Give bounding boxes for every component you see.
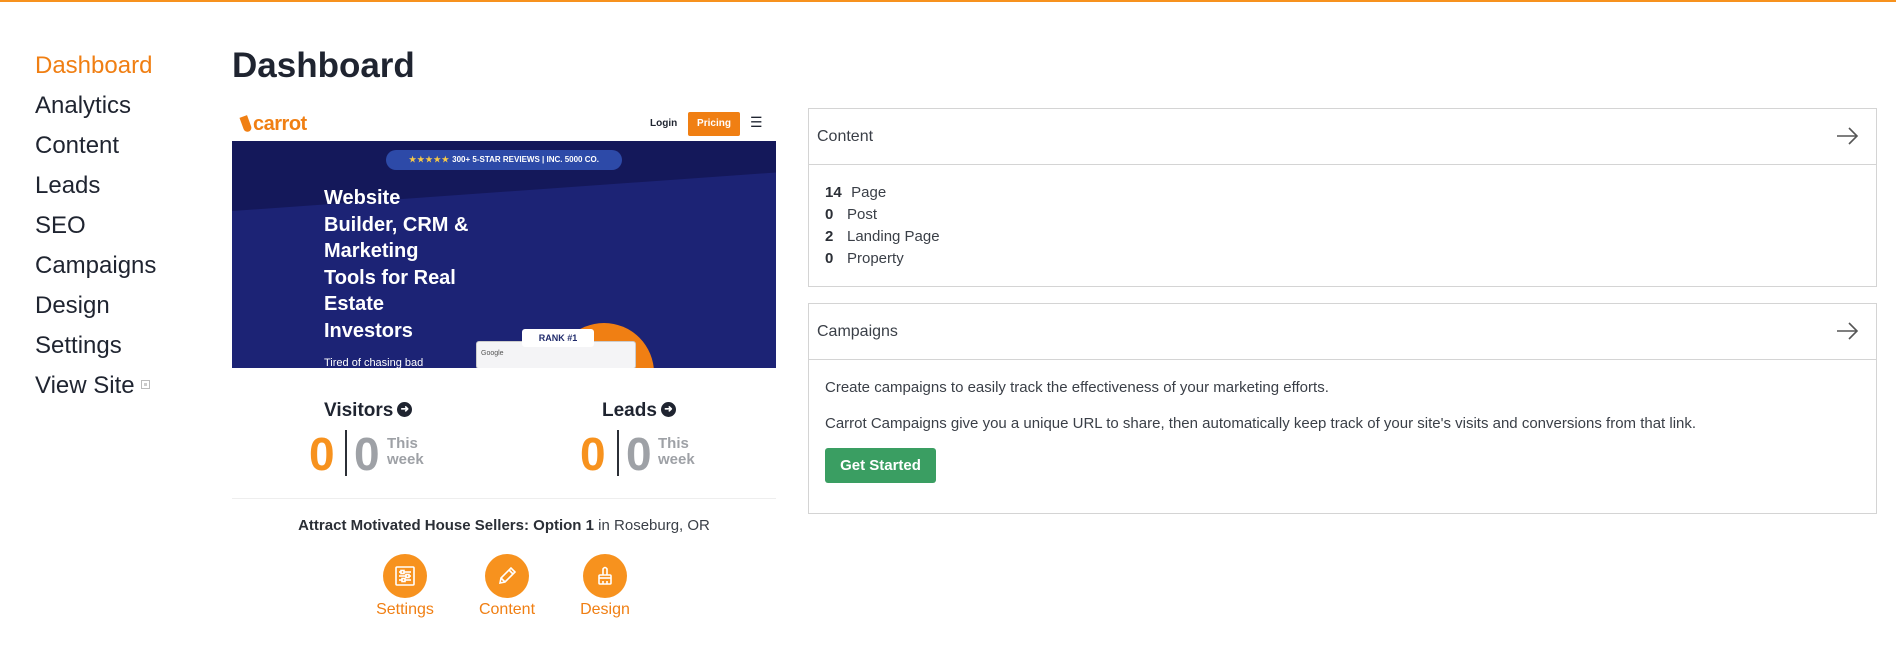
carrot-icon bbox=[239, 115, 253, 133]
site-preview-thumbnail[interactable]: carrot Login Pricing ☰ ★★★★★ 300+ 5-STAR… bbox=[232, 107, 776, 368]
sidebar-item-dashboard[interactable]: Dashboard bbox=[35, 46, 205, 86]
settings-action-label[interactable]: Settings bbox=[360, 601, 450, 619]
content-type: Landing Page bbox=[847, 228, 940, 245]
divider bbox=[617, 430, 619, 476]
preview-pricing-button: Pricing bbox=[688, 112, 740, 136]
design-action-label[interactable]: Design bbox=[560, 601, 650, 619]
content-type: Post bbox=[847, 206, 878, 223]
leads-label: Leads bbox=[602, 400, 657, 421]
arrow-right-icon[interactable] bbox=[1834, 123, 1860, 149]
content-counts-list: 14 Page 0 Post 2 Landing Page 0 Property bbox=[809, 165, 1876, 270]
sidebar-item-design[interactable]: Design bbox=[35, 286, 205, 326]
preview-header: carrot Login Pricing ☰ bbox=[232, 107, 776, 141]
content-count: 0 bbox=[825, 206, 834, 223]
visitors-total: 0 bbox=[309, 428, 335, 480]
hamburger-menu-icon: ☰ bbox=[750, 114, 763, 130]
divider bbox=[232, 498, 776, 499]
preview-badge-text: 300+ 5-STAR REVIEWS | INC. 5000 CO. bbox=[452, 155, 599, 164]
sidebar-item-analytics[interactable]: Analytics bbox=[35, 86, 205, 126]
list-item[interactable]: 0 Property bbox=[825, 248, 1876, 270]
list-item[interactable]: 14 Page bbox=[825, 182, 1876, 204]
sidebar-item-content[interactable]: Content bbox=[35, 126, 205, 166]
preview-headline: Website Builder, CRM & Marketing Tools f… bbox=[324, 187, 469, 342]
sidebar-nav: Dashboard Analytics Content Leads SEO Ca… bbox=[35, 46, 205, 406]
stars-icon: ★★★★★ bbox=[409, 155, 450, 164]
content-card-header[interactable]: Content bbox=[809, 109, 1876, 165]
preview-login: Login bbox=[650, 118, 678, 129]
sidebar-item-view-site[interactable]: View Site bbox=[35, 366, 205, 406]
visitors-week-label: This week bbox=[387, 435, 424, 468]
view-site-label: View Site bbox=[35, 372, 135, 399]
settings-sliders-icon bbox=[395, 566, 415, 586]
campaigns-card: Campaigns Create campaigns to easily tra… bbox=[808, 303, 1877, 514]
content-action-label[interactable]: Content bbox=[462, 601, 552, 619]
sidebar-item-campaigns[interactable]: Campaigns bbox=[35, 246, 205, 286]
campaigns-card-header[interactable]: Campaigns bbox=[809, 304, 1876, 360]
get-started-button[interactable]: Get Started bbox=[825, 448, 936, 483]
leads-total: 0 bbox=[580, 428, 606, 480]
campaign-location: Roseburg, OR bbox=[614, 517, 710, 534]
content-type: Property bbox=[847, 250, 904, 267]
campaigns-card-body: Create campaigns to easily track the eff… bbox=[809, 360, 1876, 483]
leads-stat-link[interactable]: Leads ➜ bbox=[602, 400, 676, 422]
preview-hero: ★★★★★ 300+ 5-STAR REVIEWS | INC. 5000 CO… bbox=[232, 141, 776, 368]
arrow-right-circle-icon: ➜ bbox=[397, 402, 413, 418]
design-action-button[interactable] bbox=[583, 554, 627, 598]
visitors-label: Visitors bbox=[324, 400, 394, 421]
campaign-summary: Attract Motivated House Sellers: Option … bbox=[232, 517, 776, 534]
leads-week-label: This week bbox=[658, 435, 695, 468]
content-card-title: Content bbox=[817, 128, 874, 145]
content-count: 0 bbox=[825, 250, 834, 267]
campaigns-description-1: Create campaigns to easily track the eff… bbox=[825, 379, 1329, 396]
preview-review-badge: ★★★★★ 300+ 5-STAR REVIEWS | INC. 5000 CO… bbox=[386, 150, 622, 170]
preview-logo: carrot bbox=[239, 113, 307, 136]
preview-rank-tag: RANK #1 bbox=[522, 329, 594, 347]
settings-action-button[interactable] bbox=[383, 554, 427, 598]
campaigns-card-title: Campaigns bbox=[817, 323, 898, 340]
page-title: Dashboard bbox=[232, 46, 415, 85]
content-count: 14 bbox=[825, 184, 842, 201]
external-link-icon bbox=[140, 380, 150, 390]
sidebar-item-seo[interactable]: SEO bbox=[35, 206, 205, 246]
content-card: Content 14 Page 0 Post 2 Landing Page 0 Pro… bbox=[808, 108, 1877, 287]
campaigns-description-2: Carrot Campaigns give you a unique URL t… bbox=[825, 415, 1697, 432]
campaign-name: Attract Motivated House Sellers: Option … bbox=[298, 517, 594, 534]
campaign-in: in bbox=[598, 517, 610, 534]
preview-logo-text: carrot bbox=[253, 113, 307, 135]
preview-subtext: Tired of chasing bad bbox=[324, 357, 424, 368]
content-type: Page bbox=[851, 184, 887, 201]
content-count: 2 bbox=[825, 228, 834, 245]
list-item[interactable]: 2 Landing Page bbox=[825, 226, 1876, 248]
arrow-right-circle-icon: ➜ bbox=[660, 402, 676, 418]
pencil-icon bbox=[498, 566, 517, 585]
sidebar-item-settings[interactable]: Settings bbox=[35, 326, 205, 366]
content-action-button[interactable] bbox=[485, 554, 529, 598]
leads-week: 0 bbox=[626, 428, 652, 480]
top-accent-bar bbox=[0, 0, 1896, 2]
visitors-stat-link[interactable]: Visitors ➜ bbox=[324, 400, 413, 422]
visitors-week: 0 bbox=[354, 428, 380, 480]
sidebar-item-leads[interactable]: Leads bbox=[35, 166, 205, 206]
list-item[interactable]: 0 Post bbox=[825, 204, 1876, 226]
arrow-right-icon[interactable] bbox=[1834, 318, 1860, 344]
paintbrush-icon bbox=[598, 566, 612, 585]
divider bbox=[345, 430, 347, 476]
preview-search-brand: Google bbox=[481, 350, 504, 357]
